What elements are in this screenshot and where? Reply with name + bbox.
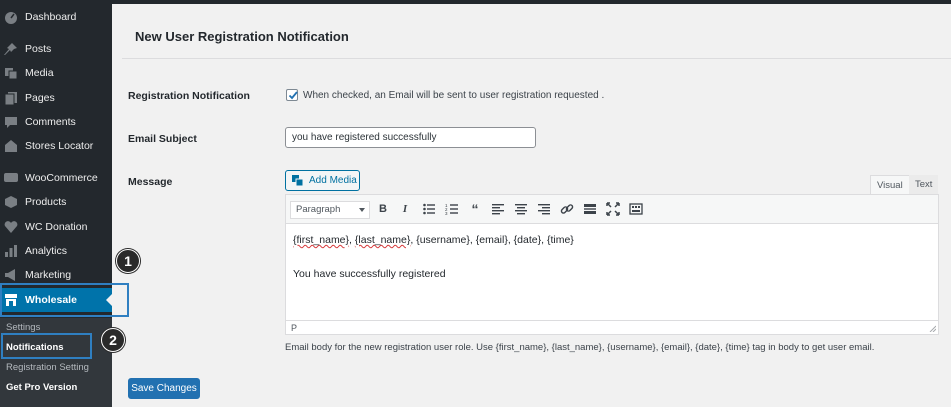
admin-top-strip	[112, 0, 951, 4]
save-changes-button[interactable]: Save Changes	[128, 378, 200, 399]
registration-notification-description: When checked, an Email will be sent to u…	[303, 90, 605, 101]
read-more-icon[interactable]	[583, 202, 597, 216]
wholesale-submenu: Settings Notifications Registration Sett…	[0, 318, 112, 407]
email-subject-input[interactable]	[285, 127, 536, 148]
other-tags: , {username}, {email}, {date}, {time}	[410, 234, 574, 246]
sidebar-item-comments[interactable]: Comments	[0, 111, 112, 133]
link-icon[interactable]	[560, 202, 574, 216]
first-name-tag: {first_name}	[293, 234, 350, 246]
checkmark-icon	[288, 91, 298, 100]
element-path: P	[291, 323, 298, 333]
sidebar-item-label: WooCommerce	[25, 172, 98, 184]
editor-content-line-1: {first_name}, {last_name}, {username}, {…	[293, 234, 574, 246]
format-select[interactable]: Paragraph	[290, 201, 370, 219]
pin-icon	[4, 42, 18, 56]
pages-icon	[4, 91, 18, 105]
editor-toolbar: Paragraph B I 123 “	[286, 195, 938, 224]
megaphone-icon	[4, 268, 18, 282]
dashboard-icon	[4, 10, 18, 24]
comment-icon	[4, 115, 18, 129]
products-icon	[4, 195, 18, 209]
blockquote-icon[interactable]: “	[468, 202, 482, 216]
callout-box-notifications	[1, 333, 92, 359]
bullet-list-icon[interactable]	[422, 202, 436, 216]
sidebar-item-label: Posts	[25, 43, 52, 55]
numbered-list-icon[interactable]: 123	[445, 202, 459, 216]
registration-notification-checkbox[interactable]	[286, 89, 298, 101]
page-title: New User Registration Notification	[135, 29, 349, 44]
add-media-button[interactable]: Add Media	[285, 170, 360, 191]
editor-status-bar: P	[286, 320, 938, 335]
tab-text[interactable]: Text	[909, 175, 939, 194]
sidebar-item-pages[interactable]: Pages	[0, 87, 112, 109]
analytics-icon	[4, 244, 18, 258]
woocommerce-icon	[4, 171, 18, 185]
align-right-icon[interactable]	[537, 202, 551, 216]
sidebar-item-label: Stores Locator	[25, 140, 94, 152]
submenu-item-registration-setting[interactable]: Registration Setting	[6, 362, 89, 373]
sidebar-item-label: Media	[25, 67, 54, 79]
sidebar-item-dashboard[interactable]: Dashboard	[0, 6, 112, 28]
registration-notification-label: Registration Notification	[128, 90, 250, 102]
sidebar-item-stores-locator[interactable]: Stores Locator	[0, 135, 112, 157]
sidebar-item-label: Marketing	[25, 269, 72, 281]
fullscreen-icon[interactable]	[606, 202, 620, 216]
heart-icon	[4, 220, 18, 234]
add-media-label: Add Media	[309, 175, 357, 186]
format-select-value: Paragraph	[296, 204, 341, 215]
sidebar-item-products[interactable]: Products	[0, 191, 112, 213]
sidebar-item-label: Products	[25, 196, 67, 208]
callout-number-1: 1	[116, 249, 140, 273]
sidebar-item-label: Pages	[25, 92, 55, 104]
media-icon	[4, 66, 18, 80]
callout-number-2: 2	[101, 328, 125, 352]
sidebar-item-wc-donation[interactable]: WC Donation	[0, 216, 112, 238]
add-media-icon	[291, 174, 304, 187]
bold-icon[interactable]: B	[376, 202, 390, 216]
align-left-icon[interactable]	[491, 202, 505, 216]
sidebar-item-posts[interactable]: Posts	[0, 38, 112, 60]
last-name-tag: {last_name}	[354, 234, 411, 246]
sidebar-item-media[interactable]: Media	[0, 62, 112, 84]
sidebar-item-analytics[interactable]: Analytics	[0, 240, 112, 262]
callout-box-wholesale	[0, 283, 129, 317]
submenu-item-get-pro-version[interactable]: Get Pro Version	[6, 382, 77, 393]
submenu-item-settings[interactable]: Settings	[6, 322, 40, 333]
resize-handle-icon[interactable]	[928, 324, 936, 332]
tab-visual[interactable]: Visual	[870, 175, 910, 194]
editor-content-line-2: You have successfully registered	[293, 268, 446, 280]
align-center-icon[interactable]	[514, 202, 528, 216]
title-divider	[122, 58, 951, 59]
sidebar-item-label: Analytics	[25, 245, 68, 257]
message-help-text: Email body for the new registration user…	[285, 342, 875, 353]
email-subject-label: Email Subject	[128, 133, 197, 145]
toolbar-toggle-icon[interactable]	[629, 202, 643, 216]
sidebar-item-label: Dashboard	[25, 11, 77, 23]
stores-icon	[4, 139, 18, 153]
chevron-down-icon	[359, 208, 365, 212]
message-label: Message	[128, 176, 173, 188]
svg-text:3: 3	[445, 211, 448, 216]
sidebar-item-woocommerce[interactable]: WooCommerce	[0, 167, 112, 189]
sidebar-item-label: Comments	[25, 116, 76, 128]
italic-icon[interactable]: I	[398, 202, 412, 216]
sidebar-item-label: WC Donation	[25, 221, 88, 233]
message-editor[interactable]: Paragraph B I 123 “ {first_name}, {last_…	[285, 194, 939, 335]
